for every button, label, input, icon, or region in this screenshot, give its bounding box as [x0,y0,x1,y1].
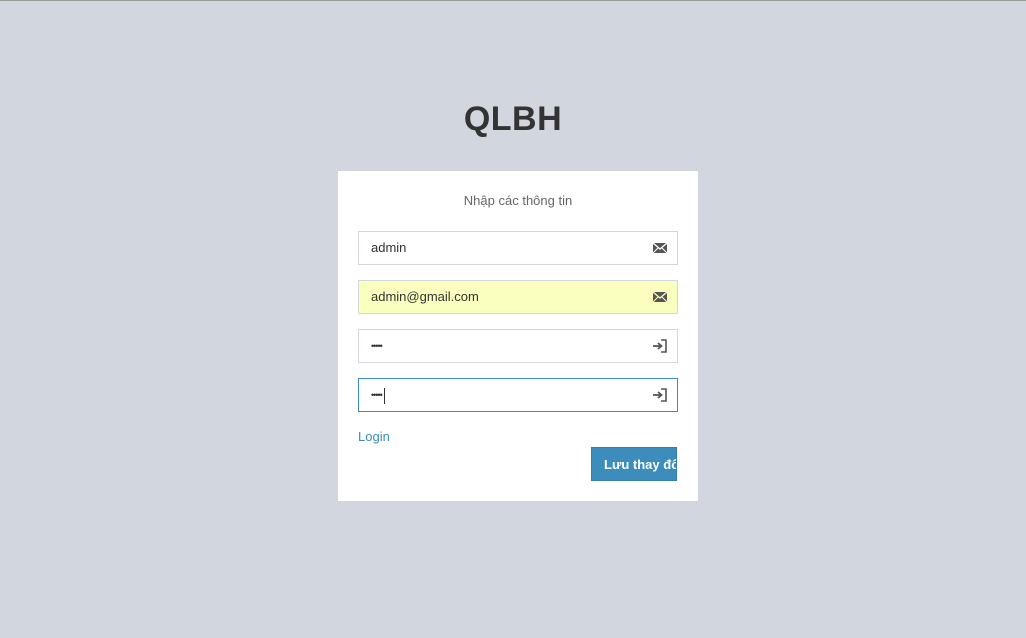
password-field[interactable]: ••••• [358,329,678,363]
password-confirm-masked-value: ••••• [371,379,385,411]
app-logo: QLBH [463,100,563,138]
envelope-icon [652,242,668,254]
text-caret [383,387,385,404]
password-masked-value: ••••• [371,341,383,351]
envelope-icon [652,291,668,303]
register-box: Nhập các thông tin admin admin@gmail.com… [338,171,698,501]
username-value: admin [371,240,407,255]
form-message: Nhập các thông tin [463,193,573,208]
email-value: admin@gmail.com [371,289,479,304]
save-changes-button[interactable]: Lưu thay đổi [591,447,677,481]
username-field[interactable]: admin [358,231,678,265]
email-field[interactable]: admin@gmail.com [358,280,678,314]
window-top-border [0,0,1026,1]
password-confirm-field[interactable]: ••••• [358,378,678,412]
sign-in-icon [653,339,667,353]
sign-in-icon [653,388,667,402]
login-link[interactable]: Login [358,429,390,444]
